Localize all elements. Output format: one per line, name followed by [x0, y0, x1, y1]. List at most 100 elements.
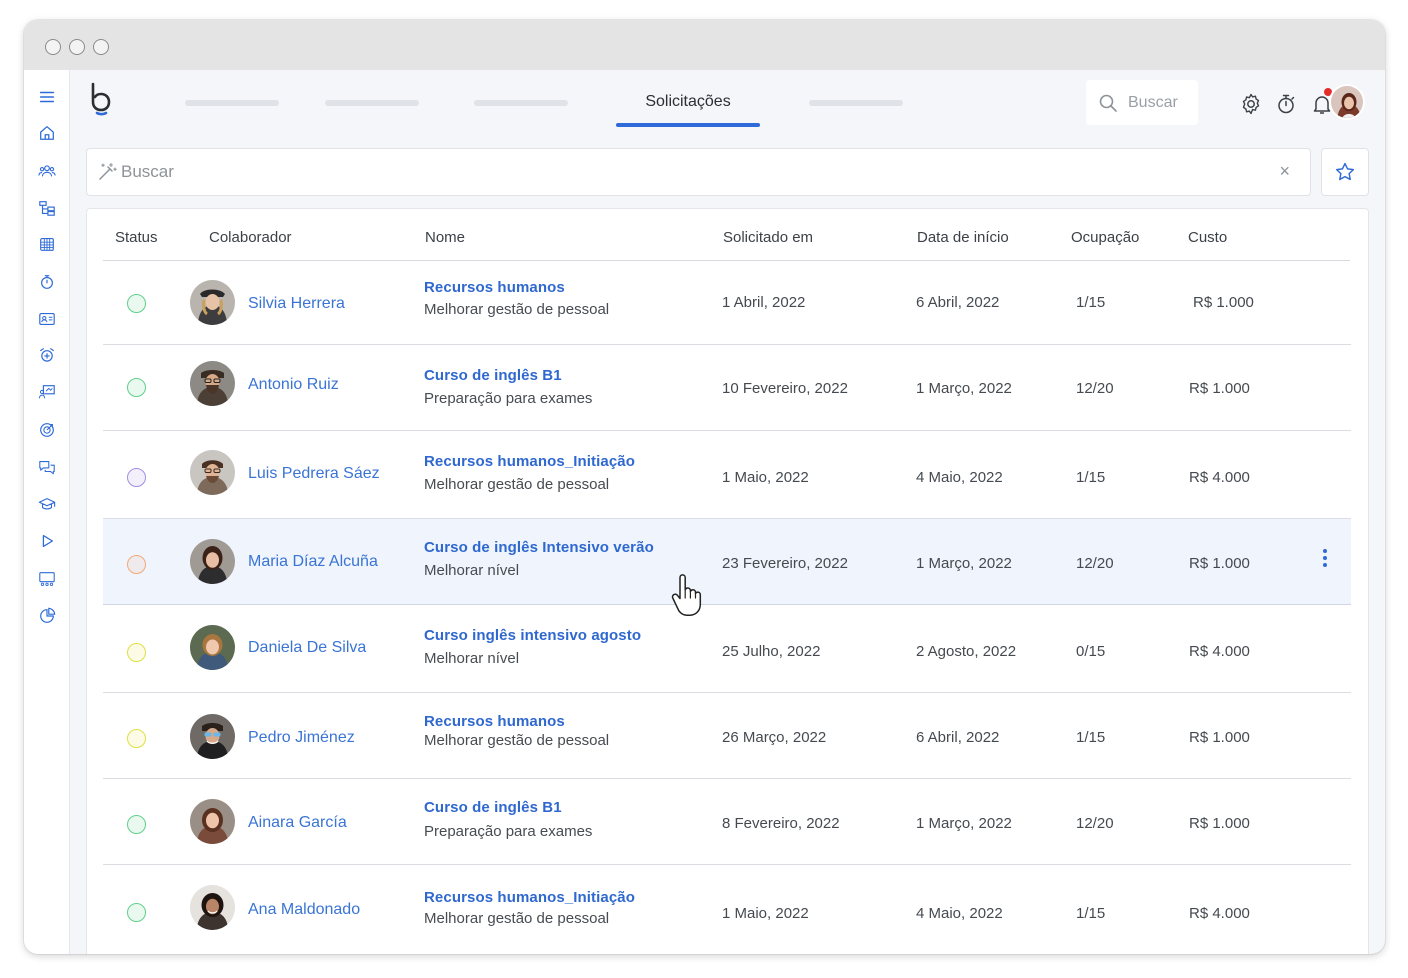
course-name-link[interactable]: Recursos humanos_Initiação [424, 889, 635, 906]
course-name-link[interactable]: Curso inglês intensivo agosto [424, 627, 641, 644]
board-icon[interactable] [36, 568, 58, 590]
employee-name-link[interactable]: Antonio Ruiz [248, 376, 339, 394]
requests-table: Status Colaborador Nome Solicitado em Da… [86, 208, 1369, 954]
chat-icon[interactable] [36, 456, 58, 478]
employee-name-link[interactable]: Ainara García [248, 814, 347, 832]
header-solicitado-em[interactable]: Solicitado em [723, 229, 813, 246]
course-subtitle: Melhorar gestão de pessoal [424, 301, 610, 318]
course-name-link[interactable]: Recursos humanos [424, 279, 565, 296]
top-search-placeholder: Buscar [1128, 93, 1178, 111]
table-row[interactable]: Silvia Herrera Recursos humanos Melhorar… [103, 261, 1351, 345]
course-name-link[interactable]: Curso de inglês B1 [424, 799, 562, 816]
calendar-icon[interactable] [36, 233, 58, 255]
requested-date: 1 Maio, 2022 [722, 469, 809, 486]
graduation-cap-icon[interactable] [36, 493, 58, 515]
table-row[interactable]: Antonio Ruiz Curso de inglês B1 Preparaç… [103, 345, 1351, 431]
magic-wand-icon [99, 162, 117, 180]
cost: R$ 4.000 [1189, 905, 1250, 922]
clear-search-button[interactable]: × [1279, 161, 1290, 182]
cost: R$ 4.000 [1189, 643, 1250, 660]
table-row-highlighted[interactable]: Maria Díaz Alcuña Curso de inglês Intens… [103, 519, 1351, 605]
window-close-button[interactable] [45, 39, 61, 55]
user-avatar[interactable] [1329, 84, 1365, 120]
occupancy: 1/15 [1076, 469, 1106, 486]
course-name-link[interactable]: Curso de inglês B1 [424, 367, 562, 384]
cost: R$ 1.000 [1189, 729, 1250, 746]
header-data-inicio[interactable]: Data de início [917, 229, 1009, 246]
requested-date: 1 Maio, 2022 [722, 905, 809, 922]
cost: R$ 1.000 [1193, 294, 1254, 311]
id-card-icon[interactable] [36, 308, 58, 330]
course-name-link[interactable]: Recursos humanos [424, 713, 565, 730]
header-status[interactable]: Status [115, 229, 158, 246]
header-colaborador[interactable]: Colaborador [209, 229, 292, 246]
sidebar [24, 70, 70, 954]
stopwatch-icon[interactable] [1274, 92, 1298, 116]
header-ocupacao[interactable]: Ocupação [1071, 229, 1139, 246]
avatar [190, 625, 235, 670]
occupancy: 1/15 [1076, 905, 1106, 922]
requested-date: 26 Março, 2022 [722, 729, 827, 746]
occupancy: 1/15 [1076, 294, 1106, 311]
start-date: 6 Abril, 2022 [916, 729, 1000, 746]
employee-name-link[interactable]: Maria Díaz Alcuña [248, 553, 378, 571]
start-date: 4 Maio, 2022 [916, 469, 1003, 486]
menu-icon[interactable] [36, 86, 58, 108]
status-indicator [127, 729, 146, 748]
filter-search-input[interactable]: Buscar × [86, 148, 1311, 196]
header-custo[interactable]: Custo [1188, 229, 1227, 246]
table-row[interactable]: Ana Maldonado Recursos humanos_Initiação… [103, 865, 1351, 954]
gear-icon[interactable] [1239, 92, 1263, 116]
table-row[interactable]: Daniela De Silva Curso inglês intensivo … [103, 605, 1351, 693]
window-minimize-button[interactable] [69, 39, 85, 55]
table-row[interactable]: Luis Pedrera Sáez Recursos humanos_Initi… [103, 431, 1351, 519]
play-icon[interactable] [36, 530, 58, 552]
cost: R$ 1.000 [1189, 380, 1250, 397]
active-tab-indicator [616, 123, 760, 127]
row-more-options-icon[interactable] [1318, 549, 1332, 571]
tab-placeholder-2[interactable] [325, 100, 419, 106]
employee-name-link[interactable]: Daniela De Silva [248, 639, 366, 657]
employee-name-link[interactable]: Silvia Herrera [248, 295, 345, 313]
course-subtitle: Preparação para exames [424, 823, 593, 840]
top-navigation: Solicitações Buscar [71, 70, 1385, 150]
favorite-button[interactable] [1321, 148, 1369, 196]
course-name-link[interactable]: Recursos humanos_Initiação [424, 453, 635, 470]
table-row[interactable]: Pedro Jiménez Recursos humanos Melhorar … [103, 693, 1351, 779]
avatar [190, 450, 235, 495]
avatar [190, 885, 235, 930]
filter-search-placeholder: Buscar [121, 162, 174, 181]
header-nome[interactable]: Nome [425, 229, 465, 246]
pie-chart-icon[interactable] [36, 605, 58, 627]
timer-icon[interactable] [36, 271, 58, 293]
target-icon[interactable] [36, 419, 58, 441]
people-icon[interactable] [36, 160, 58, 182]
status-indicator [127, 468, 146, 487]
start-date: 6 Abril, 2022 [916, 294, 1000, 311]
alarm-icon[interactable] [36, 344, 58, 366]
tab-placeholder-3[interactable] [474, 100, 568, 106]
start-date: 1 Março, 2022 [916, 815, 1012, 832]
course-subtitle: Melhorar gestão de pessoal [424, 910, 610, 927]
employee-name-link[interactable]: Ana Maldonado [248, 901, 360, 919]
presentation-icon[interactable] [36, 381, 58, 403]
employee-name-link[interactable]: Luis Pedrera Sáez [248, 465, 380, 483]
tab-placeholder-4[interactable] [809, 100, 903, 106]
top-search-input[interactable]: Buscar [1086, 80, 1198, 125]
org-chart-icon[interactable] [36, 197, 58, 219]
table-row[interactable]: Ainara García Curso de inglês B1 Prepara… [103, 779, 1351, 865]
window-maximize-button[interactable] [93, 39, 109, 55]
course-name-link[interactable]: Curso de inglês Intensivo verão [424, 539, 654, 556]
tab-placeholder-1[interactable] [185, 100, 279, 106]
cost: R$ 1.000 [1189, 815, 1250, 832]
status-indicator [127, 815, 146, 834]
status-indicator [127, 378, 146, 397]
employee-name-link[interactable]: Pedro Jiménez [248, 729, 355, 747]
cost: R$ 1.000 [1189, 555, 1250, 572]
occupancy: 1/15 [1076, 729, 1106, 746]
avatar [190, 799, 235, 844]
star-icon [1335, 162, 1355, 181]
home-icon[interactable] [36, 122, 58, 144]
avatar [190, 714, 235, 759]
status-indicator [127, 643, 146, 662]
